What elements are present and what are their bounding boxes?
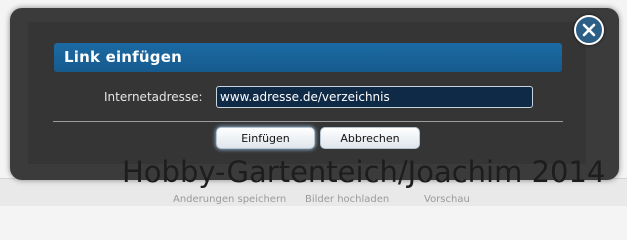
dialog-divider: [53, 121, 563, 122]
close-button[interactable]: [574, 15, 604, 45]
upload-images-button[interactable]: Bilder hochladen: [305, 194, 389, 205]
watermark-text: Hobby-Gartenteich/Joachim 2014: [122, 155, 606, 189]
save-changes-button[interactable]: Änderungen speichern: [173, 194, 286, 205]
cancel-button[interactable]: Abbrechen: [320, 127, 420, 149]
dialog-title: Link einfügen: [64, 48, 182, 66]
url-input[interactable]: [216, 86, 533, 108]
dialog-title-bar: Link einfügen: [54, 43, 562, 72]
close-icon: [582, 23, 596, 37]
preview-button[interactable]: Vorschau: [424, 194, 470, 205]
insert-button[interactable]: Einfügen: [216, 127, 315, 149]
url-field-label: Internetadresse:: [104, 90, 203, 104]
